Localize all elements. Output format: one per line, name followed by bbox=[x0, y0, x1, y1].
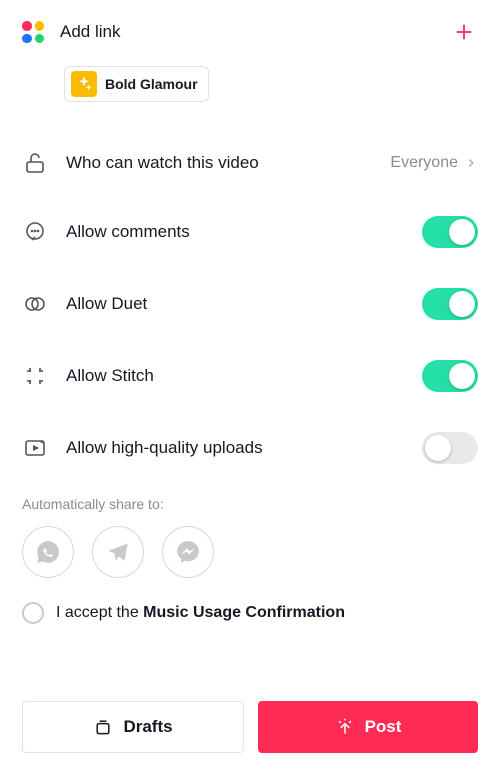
stitch-row: Allow Stitch bbox=[22, 340, 478, 412]
audience-value: Everyone bbox=[390, 154, 458, 172]
telegram-icon bbox=[105, 539, 131, 565]
app-logo-icon bbox=[22, 21, 44, 43]
post-upload-icon bbox=[335, 717, 355, 737]
duet-toggle[interactable] bbox=[422, 288, 478, 320]
audience-label: Who can watch this video bbox=[66, 153, 259, 173]
hq-upload-toggle[interactable] bbox=[422, 432, 478, 464]
drafts-button-label: Drafts bbox=[123, 717, 172, 737]
hq-upload-icon bbox=[22, 435, 48, 461]
audience-row[interactable]: Who can watch this video Everyone bbox=[22, 130, 478, 196]
whatsapp-icon bbox=[35, 539, 61, 565]
chevron-right-icon bbox=[464, 156, 478, 170]
duet-label: Allow Duet bbox=[66, 294, 147, 314]
music-confirmation-prefix: I accept the bbox=[56, 604, 143, 621]
comments-row: Allow comments bbox=[22, 196, 478, 268]
plus-icon bbox=[453, 21, 475, 43]
hq-upload-label: Allow high-quality uploads bbox=[66, 438, 263, 458]
music-confirmation-bold: Music Usage Confirmation bbox=[143, 604, 345, 621]
comments-label: Allow comments bbox=[66, 222, 190, 242]
hq-upload-row: Allow high-quality uploads bbox=[22, 412, 478, 484]
post-button[interactable]: Post bbox=[258, 701, 478, 753]
effect-sparkle-icon bbox=[71, 71, 97, 97]
comment-icon bbox=[22, 219, 48, 245]
post-button-label: Post bbox=[365, 717, 402, 737]
messenger-icon bbox=[175, 539, 201, 565]
unlock-icon bbox=[22, 150, 48, 176]
drafts-button[interactable]: Drafts bbox=[22, 701, 244, 753]
duet-icon bbox=[22, 291, 48, 317]
stitch-icon bbox=[22, 363, 48, 389]
effect-chip-bold-glamour[interactable]: Bold Glamour bbox=[64, 66, 209, 102]
music-confirmation-text[interactable]: I accept the Music Usage Confirmation bbox=[56, 604, 345, 622]
comments-toggle[interactable] bbox=[422, 216, 478, 248]
share-messenger-button[interactable] bbox=[162, 526, 214, 578]
drafts-icon bbox=[93, 717, 113, 737]
effect-chip-label: Bold Glamour bbox=[105, 76, 198, 92]
stitch-label: Allow Stitch bbox=[66, 366, 154, 386]
stitch-toggle[interactable] bbox=[422, 360, 478, 392]
share-whatsapp-button[interactable] bbox=[22, 526, 74, 578]
add-link-plus-button[interactable] bbox=[450, 18, 478, 46]
duet-row: Allow Duet bbox=[22, 268, 478, 340]
add-link-label[interactable]: Add link bbox=[60, 22, 120, 42]
share-telegram-button[interactable] bbox=[92, 526, 144, 578]
music-confirmation-radio[interactable] bbox=[22, 602, 44, 624]
auto-share-label: Automatically share to: bbox=[22, 496, 478, 512]
